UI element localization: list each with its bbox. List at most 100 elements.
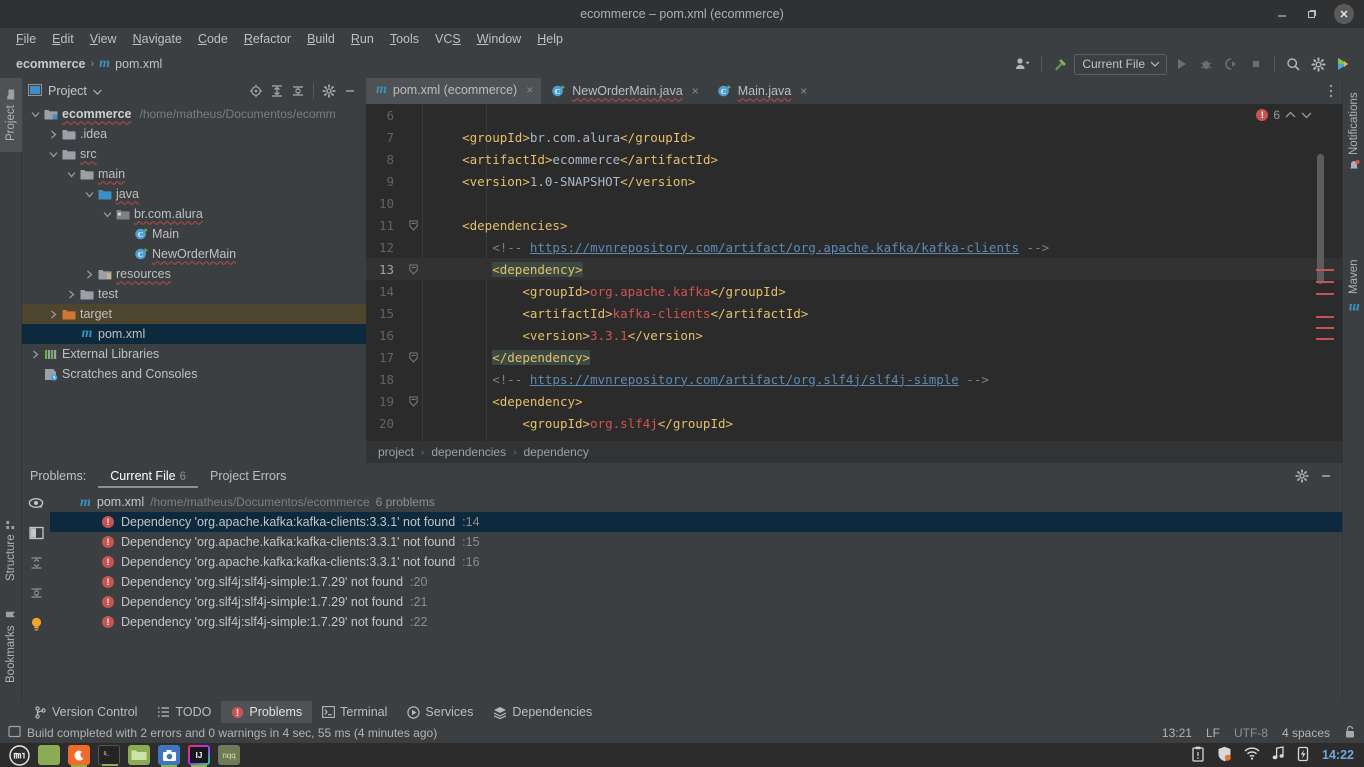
maximize-button[interactable] [1298,0,1326,28]
code-line[interactable]: 10 [366,192,1342,214]
wifi-icon[interactable] [1244,747,1260,763]
tree-node-resources[interactable]: resources [22,264,366,284]
tree-node-src[interactable]: src [22,144,366,164]
fold-marker-icon[interactable] [404,264,422,275]
run-coverage-icon[interactable] [1220,53,1242,75]
bottom-tab-version-control[interactable]: Version Control [24,701,147,723]
error-stripe-mark[interactable] [1316,327,1334,329]
code-line[interactable]: 20 <groupId>org.slf4j</groupId> [366,412,1342,434]
code-line[interactable]: 9 <version>1.0-SNAPSHOT</version> [366,170,1342,192]
locate-icon[interactable] [246,81,266,101]
chevron-down-icon[interactable] [46,151,60,158]
code-line[interactable]: 6 [366,104,1342,126]
cursor-position[interactable]: 13:21 [1162,726,1192,740]
tab-project-errors[interactable]: Project Errors [198,465,298,488]
code-line[interactable]: 8 <artifactId>ecommerce</artifactId> [366,148,1342,170]
tree-node-java[interactable]: java [22,184,366,204]
hide-icon[interactable] [340,81,360,101]
taskbar-clock[interactable]: 14:22 [1322,748,1354,762]
split-mode-icon[interactable] [28,526,44,543]
code-line[interactable]: 14 <groupId>org.apache.kafka</groupId> [366,280,1342,302]
error-stripe-mark[interactable] [1316,316,1334,318]
code-line[interactable]: 19 <dependency> [366,390,1342,412]
breadcrumb-project[interactable]: ecommerce [16,57,86,71]
chevron-right-icon[interactable] [46,310,60,319]
clipboard-icon[interactable] [1191,746,1205,765]
taskbar-app-nqq-editor[interactable]: nqq [218,745,240,765]
indent-setting[interactable]: 4 spaces [1282,726,1330,740]
bottom-tab-todo[interactable]: TODO [147,701,221,723]
problems-file-row[interactable]: m pom.xml/home/matheus/Documentos/ecommer… [50,492,1342,512]
problem-row[interactable]: ! Dependency 'org.slf4j:slf4j-simple:1.7.… [50,572,1342,592]
sidebar-item-maven[interactable]: m Maven [1343,248,1364,326]
shield-update-icon[interactable] [1217,746,1232,765]
bottom-tab-terminal[interactable]: Terminal [312,701,397,723]
code-line[interactable]: 15 <artifactId>kafka-clients</artifactId… [366,302,1342,324]
editor-tabs-more-icon[interactable] [1320,78,1342,104]
menu-item-file[interactable]: File [8,30,44,48]
tree-node-pom-xml[interactable]: m pom.xml [22,324,366,344]
search-everywhere-icon[interactable] [1282,53,1304,75]
run-icon[interactable] [1170,53,1192,75]
chevron-right-icon[interactable] [28,350,42,359]
menu-item-window[interactable]: Window [469,30,529,48]
stop-icon[interactable] [1245,53,1267,75]
menu-item-tools[interactable]: Tools [382,30,427,48]
close-icon[interactable]: × [692,84,699,98]
code-line[interactable]: 7 <groupId>br.com.alura</groupId> [366,126,1342,148]
file-encoding[interactable]: UTF-8 [1234,726,1268,740]
hammer-build-icon[interactable] [1049,53,1071,75]
battery-charging-icon[interactable] [1297,746,1310,765]
minimize-button[interactable] [1268,0,1296,28]
tree-node-test[interactable]: test [22,284,366,304]
error-stripe-mark[interactable] [1316,338,1334,340]
volume-music-icon[interactable] [1272,746,1285,764]
problem-row[interactable]: ! Dependency 'org.apache.kafka:kafka-clie… [50,552,1342,572]
settings-gear-icon[interactable] [1307,53,1329,75]
tree-node-main[interactable]: C Main [22,224,366,244]
chevron-right-icon[interactable] [64,290,78,299]
tree-node-ecommerce[interactable]: ecommerce/home/matheus/Documentos/ecomm [22,104,366,124]
ide-feature-icon[interactable] [1332,53,1354,75]
tree-node-target[interactable]: target [22,304,366,324]
code-line[interactable]: 13 <dependency> [366,258,1342,280]
chevron-down-icon[interactable] [64,171,78,178]
bottom-tab-problems[interactable]: Problems [221,701,313,723]
chevron-right-icon[interactable] [82,270,96,279]
project-tree[interactable]: ecommerce/home/matheus/Documentos/ecomm.… [22,104,366,437]
tree-node-scratches-and-consoles[interactable]: Scratches and Consoles [22,364,366,384]
taskbar-app-window-list[interactable] [38,745,60,765]
expand-all-icon[interactable] [29,556,44,573]
taskbar-app-screenshot[interactable] [158,745,180,767]
editor-tab-main[interactable]: C Main.java × [707,78,816,104]
code-line[interactable]: 17 </dependency> [366,346,1342,368]
sidebar-item-notifications[interactable]: Notifications [1343,82,1364,182]
preview-eye-icon[interactable] [28,497,44,513]
status-message[interactable]: Build completed with 2 errors and 0 warn… [27,726,437,740]
menu-item-help[interactable]: Help [529,30,571,48]
chevron-down-icon[interactable] [28,111,42,118]
tree-node--idea[interactable]: .idea [22,124,366,144]
chevron-down-icon[interactable] [1301,108,1312,122]
read-write-lock-icon[interactable] [1344,725,1356,742]
tree-node-br-com-alura[interactable]: br.com.alura [22,204,366,224]
code-line[interactable]: 16 <version>3.3.1</version> [366,324,1342,346]
menu-item-run[interactable]: Run [343,30,382,48]
taskbar-app-intellij-idea[interactable]: IJ [188,745,210,767]
tree-node-external-libraries[interactable]: External Libraries [22,344,366,364]
line-separator[interactable]: LF [1206,726,1220,740]
chevron-down-icon[interactable] [92,84,102,98]
breadcrumb-file[interactable]: pom.xml [115,57,162,71]
bottom-tab-dependencies[interactable]: Dependencies [483,701,602,723]
menu-item-build[interactable]: Build [299,30,343,48]
chevron-right-icon[interactable] [46,130,60,139]
problem-row[interactable]: ! Dependency 'org.apache.kafka:kafka-clie… [50,512,1342,532]
settings-gear-icon[interactable] [1292,466,1312,486]
taskbar-app-terminal[interactable]: $_ [98,745,120,766]
tab-current-file[interactable]: Current File 6 [98,465,198,488]
menu-item-refactor[interactable]: Refactor [236,30,299,48]
menu-item-view[interactable]: View [82,30,125,48]
code-line[interactable]: 12 <!-- https://mvnrepository.com/artifa… [366,236,1342,258]
chevron-down-icon[interactable] [100,211,114,218]
close-icon[interactable]: × [800,84,807,98]
